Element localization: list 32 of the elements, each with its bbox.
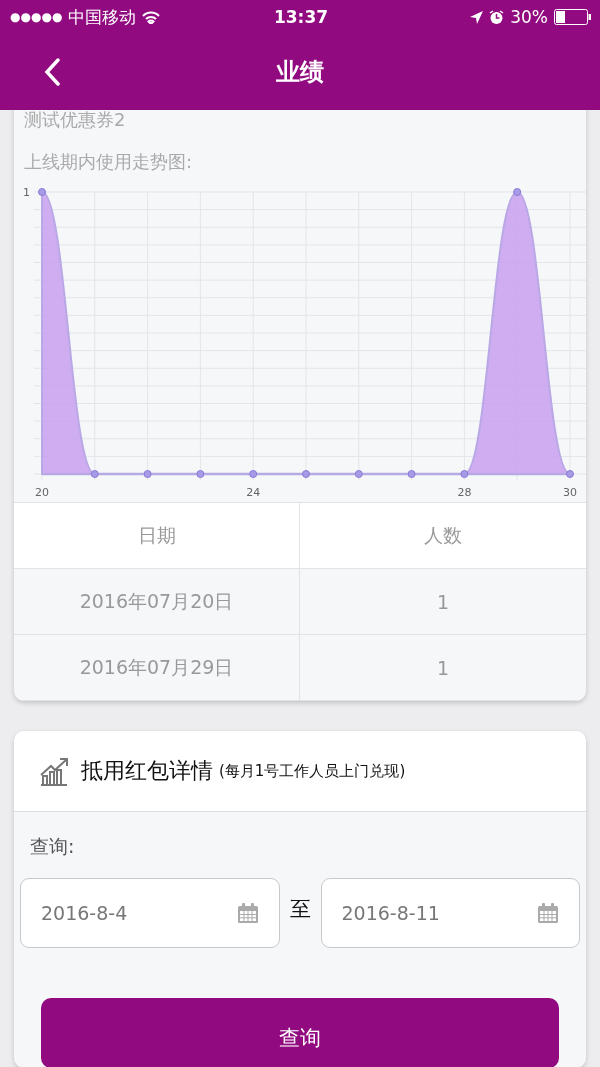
battery-percent: 30% (510, 7, 548, 27)
date-separator: 至 (289, 896, 311, 923)
carrier-name: 中国移动 (68, 5, 137, 29)
column-header: 日期 (14, 503, 300, 568)
x-tick-label: 24 (246, 486, 261, 499)
end-date-field[interactable]: 2016-8-11 (320, 878, 580, 948)
chart-label: 上线期内使用走势图: (23, 150, 194, 174)
calendar-icon[interactable] (236, 902, 259, 924)
location-arrow-icon (470, 10, 484, 24)
battery-icon (554, 9, 592, 25)
x-tick-label: 30 (563, 486, 577, 499)
redeem-title: 抵用红包详情 (81, 757, 213, 785)
signal-dots: ●●●●● (10, 10, 63, 24)
coupon-name: 测试优惠券2 (23, 110, 127, 132)
column-header: 人数 (423, 522, 463, 548)
x-tick-label: 20 (35, 486, 49, 499)
clock-time: 13:37 (273, 7, 329, 27)
table-cell-text: 1 (435, 589, 451, 615)
table-cell: 2016年07月29日 (14, 635, 300, 700)
alarm-clock-icon (489, 9, 505, 25)
query-button[interactable]: 查询 (41, 998, 559, 1067)
query-label: 查询: (29, 834, 76, 859)
start-date-field[interactable]: 2016-8-4 (20, 878, 280, 948)
x-tick-label: 28 (457, 486, 472, 499)
wifi-icon (142, 10, 161, 24)
redeem-note: (每月1号工作人员上门兑现) (219, 761, 406, 781)
table-cell-text: 1 (435, 655, 451, 681)
y-tick-label: 1 (23, 186, 30, 199)
table-cell: 2016年07月20日 (14, 569, 300, 634)
calendar-icon[interactable] (537, 902, 559, 924)
page-title: 业绩 (276, 57, 324, 88)
rising-chart-icon (39, 756, 69, 786)
